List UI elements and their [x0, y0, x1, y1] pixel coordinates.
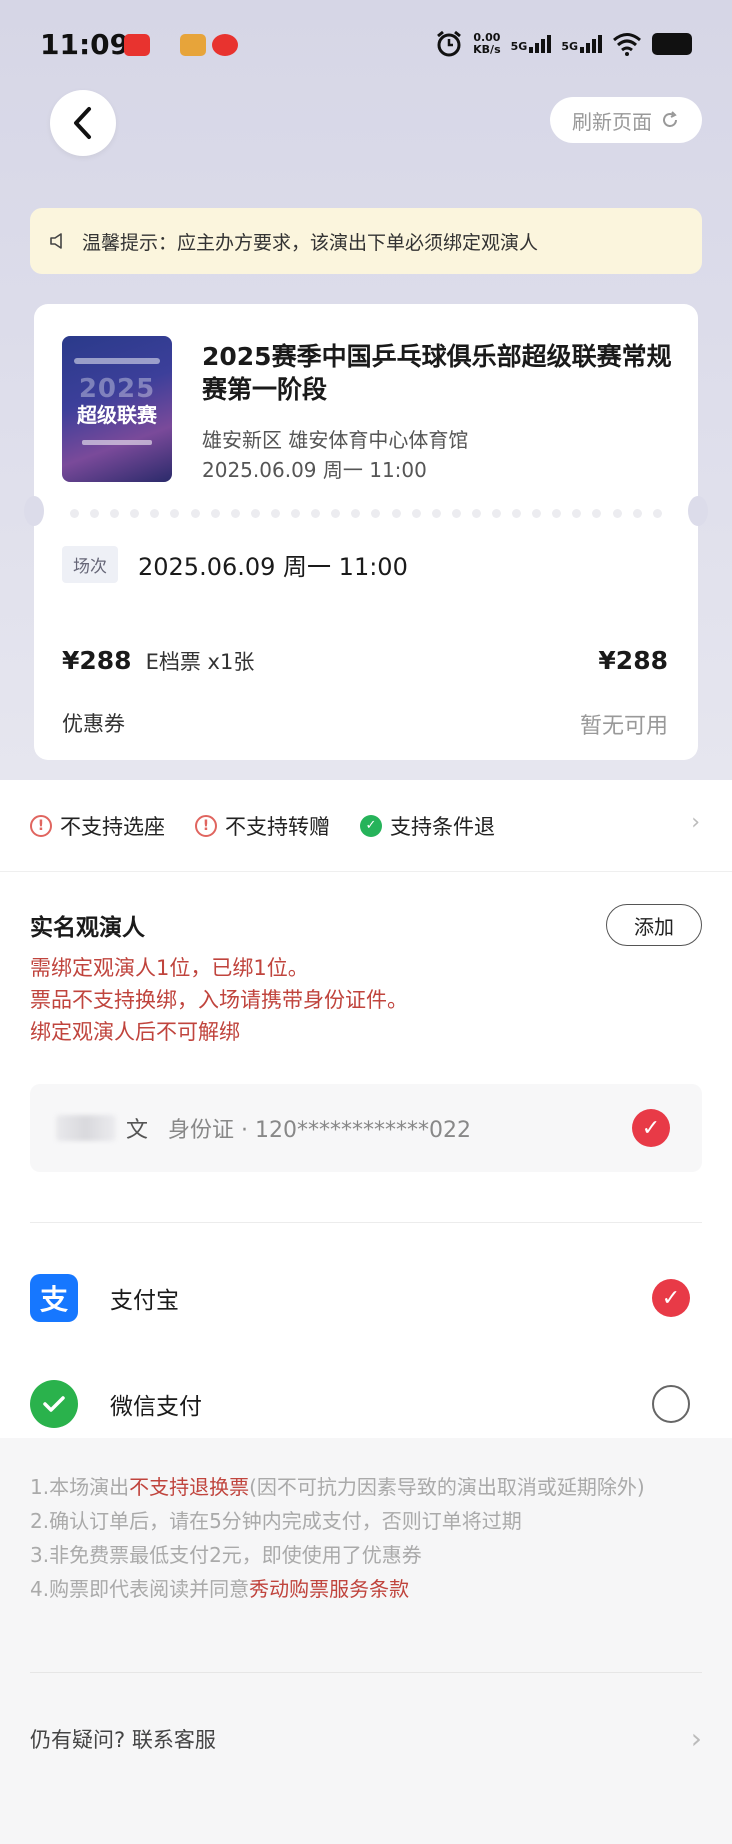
attendee-checkbox-checked[interactable]: ✓	[632, 1109, 670, 1147]
unit-price: ¥288	[62, 646, 132, 675]
attendee-notes: 需绑定观演人1位，已绑1位。 票品不支持换绑，入场请携带身份证件。 绑定观演人后…	[30, 956, 408, 1044]
coupon-label: 优惠券	[62, 712, 125, 736]
alipay-icon: 支	[30, 1274, 78, 1322]
note-highlight: 不支持退换票	[129, 1475, 250, 1499]
attendee-title: 实名观演人	[30, 915, 145, 941]
session-row: 场次 2025.06.09 周一 11:00	[62, 546, 408, 583]
contact-support-row[interactable]: 仍有疑问? 联系客服 ›	[30, 1722, 702, 1755]
session-tag: 场次	[62, 546, 118, 583]
policy-no-transfer: ! 不支持转赠	[195, 811, 330, 841]
coupon-value: 暂无可用	[579, 714, 668, 739]
alarm-icon	[437, 30, 462, 57]
wechat-pay-icon	[30, 1380, 78, 1428]
perforation-divider	[70, 509, 662, 518]
signal-1-icon: 5G	[511, 35, 552, 53]
ticket-type: E档票 x1张	[145, 650, 255, 674]
attendee-name: 文	[126, 1118, 149, 1143]
add-attendee-button[interactable]: 添加	[606, 904, 702, 946]
note-line-2: 2.确认订单后，请在5分钟内完成支付，否则订单将过期	[30, 1509, 522, 1533]
app-notification-icon	[180, 34, 206, 56]
redacted-name	[56, 1115, 116, 1141]
check-circle-icon: ✓	[360, 814, 382, 837]
chevron-left-icon	[74, 107, 91, 139]
signal-2-icon: 5G	[561, 35, 602, 53]
card-notch-right	[688, 496, 708, 526]
payment-option-wechat[interactable]: 微信支付	[30, 1374, 702, 1434]
status-bar: 11:09 0.00 KB/s 5G 5G	[0, 0, 732, 92]
status-time: 11:09	[40, 28, 130, 61]
chevron-right-icon: ›	[690, 1722, 702, 1755]
back-button[interactable]	[50, 90, 116, 156]
warning-icon: !	[195, 814, 217, 837]
toutiao-app-icon	[124, 34, 150, 56]
session-value: 2025.06.09 周一 11:00	[138, 553, 408, 581]
ticket-card: 2025 超级联赛 2025赛季中国乒乓球俱乐部超级联赛常规赛第一阶段 雄安新区…	[24, 304, 708, 760]
event-date: 2025.06.09 周一 11:00	[202, 458, 427, 482]
purchase-notes: 1.本场演出不支持退换票(因不可抗力因素导致的演出取消或延期除外) 2.确认订单…	[30, 1470, 710, 1606]
payment-label: 支付宝	[110, 1288, 179, 1314]
chevron-right-icon: ›	[691, 810, 700, 835]
note-line-1: 1.本场演出不支持退换票(因不可抗力因素导致的演出取消或延期除外)	[30, 1475, 645, 1499]
event-venue: 雄安新区 雄安体育中心体育馆	[202, 428, 469, 452]
divider	[30, 1222, 702, 1223]
note-line-4: 4.购票即代表阅读并同意秀动购票服务条款	[30, 1577, 410, 1601]
card-notch-left	[24, 496, 44, 526]
attendee-section: 实名观演人 添加 需绑定观演人1位，已绑1位。 票品不支持换绑，入场请携带身份证…	[0, 872, 732, 1222]
wechat-radio-unchecked[interactable]	[652, 1385, 690, 1423]
notice-banner: 温馨提示：应主办方要求，该演出下单必须绑定观演人	[30, 208, 702, 274]
note-line-3: 3.非免费票最低支付2元，即使使用了优惠券	[30, 1543, 422, 1567]
notice-text: 温馨提示：应主办方要求，该演出下单必须绑定观演人	[82, 231, 539, 254]
divider	[30, 1672, 702, 1673]
refresh-label: 刷新页面	[572, 109, 652, 134]
attendee-item[interactable]: 文 身份证 · 120************022 ✓	[30, 1084, 702, 1172]
refresh-page-button[interactable]: 刷新页面	[550, 97, 702, 143]
wifi-icon	[613, 33, 641, 56]
price-total: ¥288	[598, 646, 668, 675]
payment-label: 微信支付	[110, 1394, 202, 1420]
policy-conditional-refund: ✓ 支持条件退	[360, 811, 495, 841]
coupon-row[interactable]: 优惠券 暂无可用	[62, 708, 668, 740]
warning-icon: !	[30, 814, 52, 837]
payment-methods: 支 支付宝 ✓ 微信支付	[0, 1222, 732, 1438]
payment-option-alipay[interactable]: 支 支付宝 ✓	[30, 1268, 702, 1328]
policy-no-seat-selection: ! 不支持选座	[30, 811, 165, 841]
attendee-id: 身份证 · 120************022	[168, 1118, 471, 1143]
price-row: ¥288 E档票 x1张 ¥288	[62, 646, 668, 676]
refresh-icon	[663, 111, 677, 127]
contact-support-text: 仍有疑问? 联系客服	[30, 1727, 216, 1752]
net-speed: 0.00 KB/s	[473, 31, 501, 56]
event-poster[interactable]: 2025 超级联赛	[62, 336, 172, 482]
battery-icon	[652, 33, 692, 55]
terms-link[interactable]: 秀动购票服务条款	[249, 1577, 409, 1601]
event-title: 2025赛季中国乒乓球俱乐部超级联赛常规赛第一阶段	[202, 342, 672, 404]
alipay-radio-checked[interactable]: ✓	[652, 1279, 690, 1317]
video-app-icon	[212, 34, 238, 56]
policy-row[interactable]: ! 不支持选座 ! 不支持转赠 ✓ 支持条件退 ›	[0, 780, 732, 872]
speaker-icon	[50, 233, 62, 249]
